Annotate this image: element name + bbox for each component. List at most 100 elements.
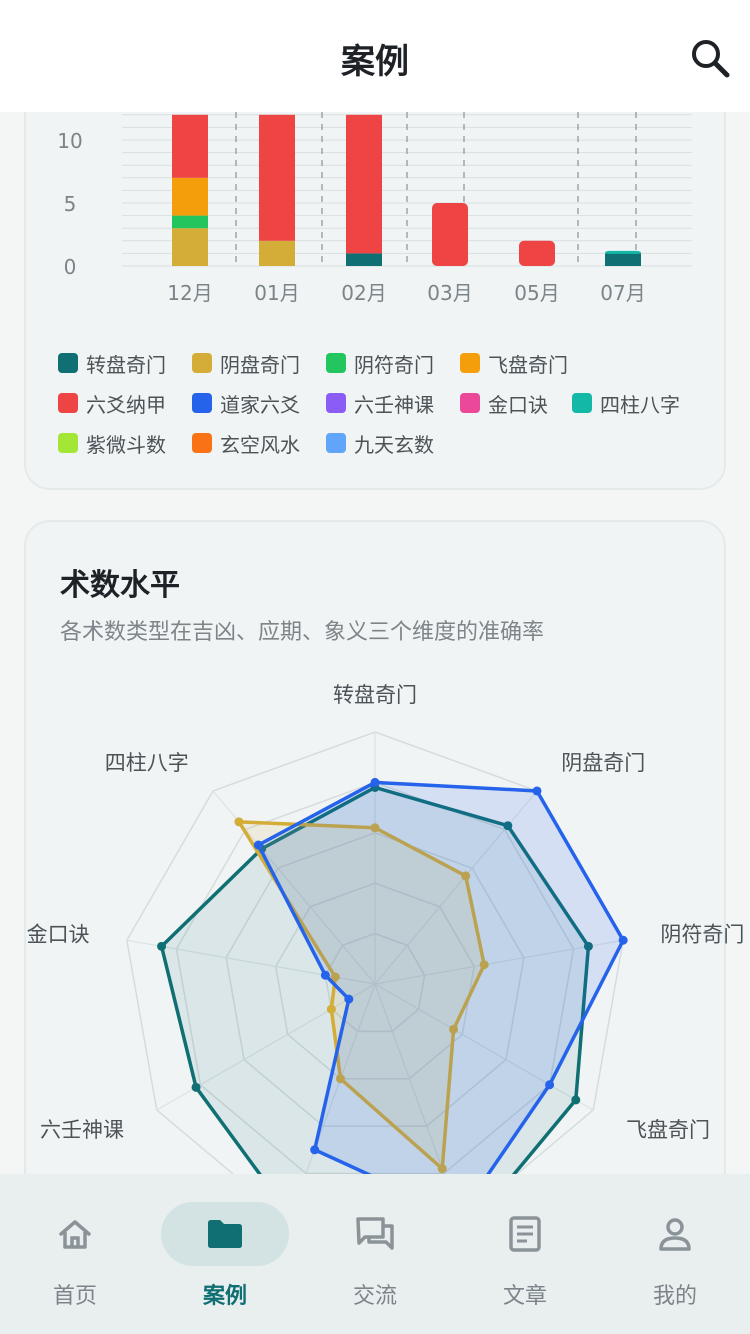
bar-segment	[259, 114, 295, 241]
legend-label: 紫微斗数	[86, 432, 166, 457]
y-tick-label: 0	[64, 255, 77, 279]
nav-label: 交流	[352, 1284, 397, 1309]
radar-axis-label: 飞盘奇门	[626, 1118, 710, 1142]
y-tick-label: 10	[57, 129, 82, 153]
legend-swatch	[326, 353, 346, 373]
legend-label: 金口诀	[488, 392, 548, 417]
nav-item-2[interactable]: 交流	[300, 1174, 450, 1334]
legend-swatch	[460, 393, 480, 413]
radar-point	[326, 1004, 336, 1014]
legend-swatch	[326, 393, 346, 413]
radar-point	[545, 1080, 555, 1090]
page-title: 案例	[341, 42, 409, 82]
legend-swatch	[58, 433, 78, 453]
legend-item[interactable]: 阴盘奇门	[192, 348, 300, 378]
radar-axis-label: 阴盘奇门	[561, 751, 645, 775]
legend-swatch	[326, 433, 346, 453]
legend-swatch	[192, 433, 212, 453]
nav-label: 案例	[202, 1284, 247, 1309]
radar-point	[344, 994, 354, 1004]
bar-segment	[259, 240, 295, 266]
bar-segment	[346, 253, 382, 266]
nav-item-3[interactable]: 文章	[450, 1174, 600, 1334]
bar-segment	[172, 114, 208, 178]
legend-label: 四柱八字	[600, 392, 680, 417]
level-radar-chart: 转盘奇门阴盘奇门阴符奇门飞盘奇门六爻纳甲道家六爻六壬神课金口诀四柱八字	[27, 683, 744, 1180]
legend-label: 道家六爻	[220, 392, 300, 417]
profile-icon	[659, 1218, 691, 1251]
legend-item[interactable]: 六壬神课	[326, 388, 434, 418]
legend-item[interactable]: 飞盘奇门	[460, 348, 568, 378]
legend-label: 阴符奇门	[354, 352, 434, 377]
legend-item[interactable]: 紫微斗数	[58, 428, 166, 458]
legend-item[interactable]: 六爻纳甲	[58, 388, 166, 418]
legend-item[interactable]: 金口诀	[460, 388, 548, 418]
monthly-cases-bar-chart: 0 5 10 12月 01月 02月 03月 05月 07月	[57, 112, 692, 305]
home-icon	[59, 1220, 91, 1249]
radar-point	[571, 1095, 581, 1105]
x-tick-label: 05月	[514, 281, 559, 305]
bar-segment	[605, 253, 641, 266]
search-icon[interactable]	[686, 34, 734, 82]
bar-segment	[172, 215, 208, 229]
legend-label: 六爻纳甲	[86, 392, 166, 417]
level-card-title: 术数水平	[60, 568, 180, 603]
legend-item[interactable]: 转盘奇门	[58, 348, 166, 378]
nav-item-1[interactable]: 案例	[150, 1174, 300, 1334]
legend-swatch	[58, 393, 78, 413]
legend-label: 玄空风水	[220, 432, 300, 457]
x-tick-label: 07月	[600, 281, 645, 305]
app-header: 案例	[0, 0, 750, 112]
level-card-subtitle: 各术数类型在吉凶、应期、象义三个维度的准确率	[60, 620, 545, 645]
radar-point	[157, 941, 167, 951]
legend-label: 阴盘奇门	[220, 352, 300, 377]
bar-segment	[172, 228, 208, 266]
legend-swatch	[58, 353, 78, 373]
x-tick-label: 03月	[427, 281, 472, 305]
radar-point	[234, 817, 244, 827]
legend-label: 六壬神课	[354, 392, 434, 417]
legend-item[interactable]: 九天玄数	[326, 428, 434, 458]
x-tick-label: 02月	[341, 281, 386, 305]
x-tick-label: 01月	[254, 281, 299, 305]
radar-point	[320, 970, 330, 980]
bar-segment	[346, 114, 382, 254]
radar-point	[310, 1145, 320, 1155]
legend-swatch	[572, 393, 592, 413]
bar-segment	[605, 250, 641, 254]
x-tick-label: 12月	[167, 281, 212, 305]
radar-axis-label: 六壬神课	[40, 1118, 124, 1142]
radar-point	[618, 935, 628, 945]
radar-point	[532, 786, 542, 796]
legend-item[interactable]: 四柱八字	[572, 388, 680, 418]
legend-swatch	[192, 353, 212, 373]
bar-segment	[519, 240, 555, 266]
article-icon	[509, 1216, 541, 1252]
y-tick-label: 5	[64, 192, 77, 216]
radar-axis-label: 金口诀	[27, 923, 90, 947]
legend-swatch	[460, 353, 480, 373]
bottom-nav: 首页 案例 交流 文章 我的	[0, 1174, 750, 1334]
nav-item-4[interactable]: 我的	[600, 1174, 750, 1334]
nav-label: 我的	[652, 1284, 697, 1309]
nav-label: 文章	[502, 1284, 547, 1309]
nav-label: 首页	[52, 1284, 97, 1309]
bar-segment	[172, 177, 208, 216]
radar-axis-label: 阴符奇门	[660, 923, 744, 947]
radar-point	[370, 777, 380, 787]
legend-item[interactable]: 阴符奇门	[326, 348, 434, 378]
folder-icon	[208, 1220, 242, 1248]
chat-icon	[356, 1217, 394, 1250]
radar-point	[191, 1082, 201, 1092]
nav-item-0[interactable]: 首页	[0, 1174, 150, 1334]
legend-swatch	[192, 393, 212, 413]
radar-point	[253, 840, 263, 850]
radar-axis-label: 四柱八字	[105, 751, 189, 775]
bar-segment	[432, 203, 468, 266]
legend-label: 九天玄数	[354, 432, 434, 457]
legend-item[interactable]: 道家六爻	[192, 388, 300, 418]
legend-label: 转盘奇门	[86, 352, 166, 377]
legend-item[interactable]: 玄空风水	[192, 428, 300, 458]
radar-axis-label: 转盘奇门	[333, 683, 417, 707]
legend-label: 飞盘奇门	[488, 352, 568, 377]
